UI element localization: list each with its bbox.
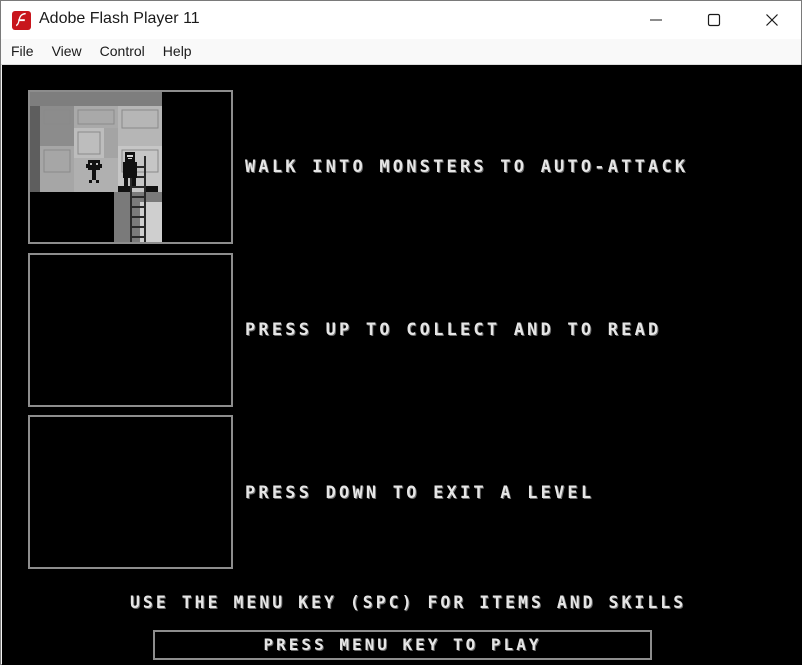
maximize-button[interactable]: [685, 1, 743, 39]
menu-file[interactable]: File: [3, 39, 42, 64]
window-title: Adobe Flash Player 11: [39, 10, 200, 27]
menu-help[interactable]: Help: [155, 39, 200, 64]
menu-control[interactable]: Control: [92, 39, 153, 64]
play-button-label: PRESS MENU KEY TO PLAY: [263, 635, 542, 654]
tip-attack-text: WALK INTO MONSTERS TO AUTO-ATTACK: [245, 157, 689, 177]
menu-bar: File View Control Help: [1, 39, 801, 65]
minimize-icon: [650, 19, 662, 21]
menu-view[interactable]: View: [44, 39, 90, 64]
flash-player-icon: [12, 11, 31, 30]
tip-collect-text: PRESS UP TO COLLECT AND TO READ: [245, 320, 662, 340]
flash-player-window: Adobe Flash Player 11 File View Control …: [0, 0, 802, 665]
maximize-icon: [707, 13, 721, 27]
close-icon: [766, 14, 778, 26]
tip-preview-exit: [28, 415, 233, 569]
close-button[interactable]: [743, 1, 801, 39]
menu-key-hint: USE THE MENU KEY (SPC) FOR ITEMS AND SKI…: [130, 593, 687, 612]
tip-preview-collect: [28, 253, 233, 407]
tip-exit-text: PRESS DOWN TO EXIT A LEVEL: [245, 483, 595, 503]
play-button[interactable]: PRESS MENU KEY TO PLAY: [153, 630, 652, 660]
dungeon-scene-image: [30, 92, 231, 242]
minimize-button[interactable]: [627, 1, 685, 39]
tip-preview-attack: [28, 90, 233, 244]
title-bar[interactable]: Adobe Flash Player 11: [1, 1, 801, 39]
flash-game-stage[interactable]: WALK INTO MONSTERS TO AUTO-ATTACK PRESS …: [2, 65, 802, 665]
